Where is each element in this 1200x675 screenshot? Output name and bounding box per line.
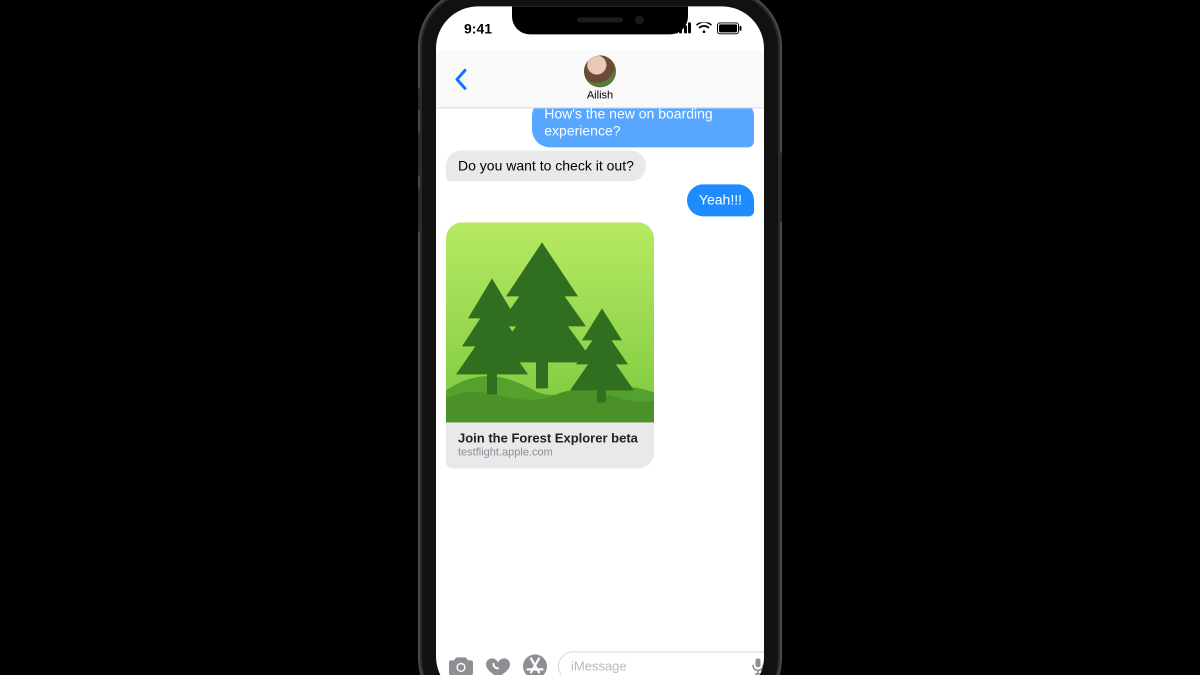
screen: 9:41 Ailish — [436, 6, 764, 675]
compose-input[interactable] — [571, 658, 747, 673]
volume-down-button — [418, 188, 422, 232]
phone-frame: 9:41 Ailish — [422, 0, 778, 675]
compose-field[interactable] — [558, 651, 764, 675]
link-preview-domain: testflight.apple.com — [458, 446, 642, 458]
message-bubble-out[interactable]: Yeah!!! — [687, 184, 754, 216]
conversation-thread[interactable]: How's the new on boarding experience? Do… — [436, 108, 764, 644]
volume-up-button — [418, 132, 422, 176]
battery-icon — [717, 22, 742, 34]
conversation-header: Ailish — [436, 50, 764, 108]
camera-button[interactable] — [448, 652, 474, 675]
message-row-out: How's the new on boarding experience? — [446, 108, 754, 147]
message-bubble-in[interactable]: Do you want to check it out? — [446, 150, 646, 182]
side-button — [778, 152, 782, 222]
microphone-button[interactable] — [747, 655, 764, 675]
speaker-grille — [577, 17, 623, 22]
message-bubble-out[interactable]: How's the new on boarding experience? — [532, 108, 754, 147]
link-preview-title: Join the Forest Explorer beta — [458, 430, 642, 446]
notch — [512, 6, 688, 34]
wifi-icon — [696, 22, 712, 34]
link-preview-card[interactable]: Join the Forest Explorer beta testflight… — [446, 222, 654, 469]
contact-name[interactable]: Ailish — [587, 89, 613, 101]
message-row-out: Yeah!!! — [446, 184, 754, 216]
app-store-button[interactable] — [522, 652, 548, 675]
back-button[interactable] — [444, 62, 478, 96]
link-preview-image — [446, 222, 654, 422]
status-time: 9:41 — [464, 20, 492, 36]
front-camera — [635, 15, 644, 24]
mute-switch — [418, 88, 422, 110]
digital-touch-button[interactable] — [484, 652, 512, 675]
contact-avatar[interactable] — [584, 55, 616, 87]
message-row-link: Join the Forest Explorer beta testflight… — [446, 222, 754, 469]
message-row-in: Do you want to check it out? — [446, 150, 754, 182]
message-toolbar — [436, 644, 764, 675]
